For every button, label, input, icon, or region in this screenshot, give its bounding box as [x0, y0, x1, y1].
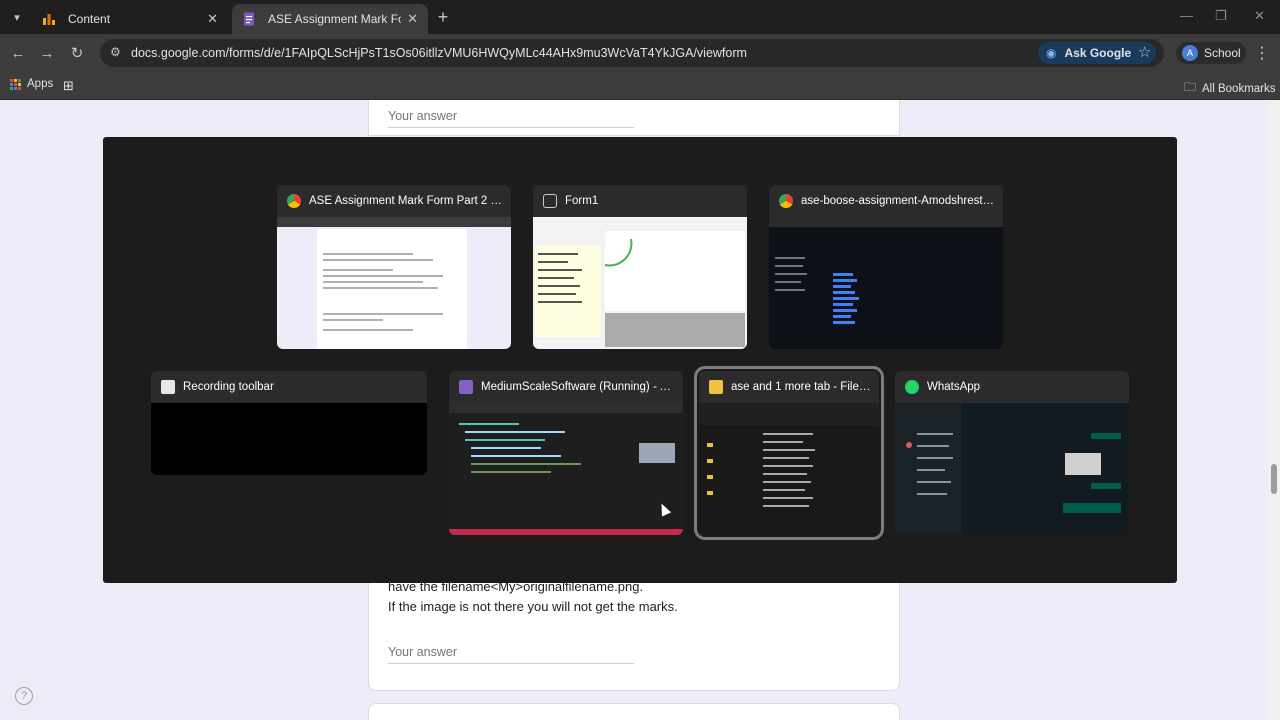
whatsapp-icon	[905, 380, 919, 394]
window-title: ASE Assignment Mark Form Part 2 2025 -..…	[309, 195, 511, 207]
profile-name: School	[1204, 46, 1241, 60]
folder-icon	[709, 380, 723, 394]
close-tab-icon[interactable]: ✕	[407, 11, 418, 27]
tab-forms[interactable]: ASE Assignment Mark Form Par ✕	[232, 4, 428, 34]
site-info-icon[interactable]: ⚙	[110, 45, 121, 59]
close-tab-icon[interactable]: ✕	[207, 11, 218, 27]
avatar: A	[1182, 45, 1198, 61]
window-title: Recording toolbar	[183, 381, 274, 393]
switcher-window-file-explorer[interactable]: ase and 1 more tab - File Ex...	[694, 366, 884, 540]
apps-bookmark[interactable]: Apps	[10, 78, 53, 90]
google-forms-icon	[244, 12, 254, 26]
url-text[interactable]: docs.google.com/forms/d/e/1FAIpQLScHjPsT…	[131, 46, 747, 60]
tab-strip: ▾ Content ✕ ASE Assignment Mark Form Par…	[0, 0, 1280, 34]
recording-icon	[161, 380, 175, 394]
help-icon[interactable]: ?	[15, 687, 33, 705]
forward-icon[interactable]: →	[37, 43, 57, 63]
new-tab-button[interactable]: +	[432, 6, 454, 28]
window-preview	[769, 217, 1003, 349]
tab-search-icon[interactable]: ▾	[6, 7, 28, 27]
switcher-window-forms[interactable]: ASE Assignment Mark Form Part 2 2025 -..…	[277, 185, 511, 349]
reload-icon[interactable]: ↻	[67, 43, 87, 63]
browser-toolbar: ← → ↻ ⚙ docs.google.com/forms/d/e/1FAIpQ…	[0, 34, 1280, 72]
answer-input[interactable]: Your answer	[388, 109, 634, 128]
page-scrollbar[interactable]	[1268, 100, 1280, 720]
ask-google-label: Ask Google	[1064, 46, 1132, 60]
window-title: MediumScaleSoftware (Running) - AIntAs..…	[481, 381, 683, 393]
task-switcher: ASE Assignment Mark Form Part 2 2025 -..…	[103, 137, 1177, 583]
minimize-icon[interactable]: —	[1180, 8, 1193, 23]
bookmark-star-icon[interactable]: ☆	[1138, 43, 1151, 61]
apps-grid-icon	[10, 78, 21, 90]
address-bar[interactable]: ⚙ docs.google.com/forms/d/e/1FAIpQLScHjP…	[100, 39, 1164, 67]
folder-icon: 🗀	[1184, 80, 1197, 94]
switcher-window-visual-studio[interactable]: MediumScaleSoftware (Running) - AIntAs..…	[449, 371, 683, 535]
back-icon[interactable]: ←	[8, 43, 28, 63]
chrome-icon	[287, 194, 301, 208]
maximize-icon[interactable]: ❐	[1215, 8, 1227, 24]
tab-content[interactable]: Content ✕	[32, 4, 228, 34]
all-bookmarks-label: All Bookmarks	[1202, 82, 1276, 95]
window-title: ase and 1 more tab - File Ex...	[731, 381, 879, 393]
close-window-icon[interactable]: ✕	[1254, 8, 1265, 24]
window-preview	[895, 403, 1129, 535]
question-card	[368, 703, 900, 720]
window-preview	[449, 403, 683, 535]
window-preview	[533, 217, 747, 349]
tab-title: Content	[68, 12, 111, 26]
window-title: ase-boose-assignment-Amodshrestha13/...	[801, 195, 1003, 207]
tab-title: ASE Assignment Mark Form Par	[268, 12, 401, 26]
window-title: Form1	[565, 195, 599, 207]
switcher-window-github[interactable]: ase-boose-assignment-Amodshrestha13/...	[769, 185, 1003, 349]
bookmarks-bar: Apps ⊞ 🗀 All Bookmarks	[0, 72, 1280, 100]
question-text: If the image is not there you will not g…	[388, 599, 678, 614]
chrome-icon	[779, 194, 793, 208]
apps-label: Apps	[27, 78, 54, 90]
window-preview	[277, 217, 511, 349]
all-bookmarks[interactable]: 🗀 All Bookmarks	[1184, 78, 1276, 99]
window-preview	[699, 403, 879, 535]
app-window-icon	[543, 194, 557, 208]
scrollbar-thumb[interactable]	[1271, 464, 1277, 494]
tab-groups-icon[interactable]: ⊞	[63, 78, 74, 94]
visual-studio-icon	[459, 380, 473, 394]
menu-icon[interactable]: ⋮	[1254, 43, 1270, 63]
window-preview	[151, 403, 427, 475]
switcher-window-form1[interactable]: Form1	[533, 185, 747, 349]
analytics-icon	[43, 14, 55, 25]
window-title: WhatsApp	[927, 381, 981, 393]
answer-input[interactable]: Your answer	[388, 645, 634, 664]
switcher-window-whatsapp[interactable]: WhatsApp	[895, 371, 1129, 535]
switcher-window-recorder[interactable]: Recording toolbar	[151, 371, 427, 475]
profile-button[interactable]: A School	[1176, 42, 1246, 64]
lens-icon: ◉	[1046, 46, 1057, 60]
